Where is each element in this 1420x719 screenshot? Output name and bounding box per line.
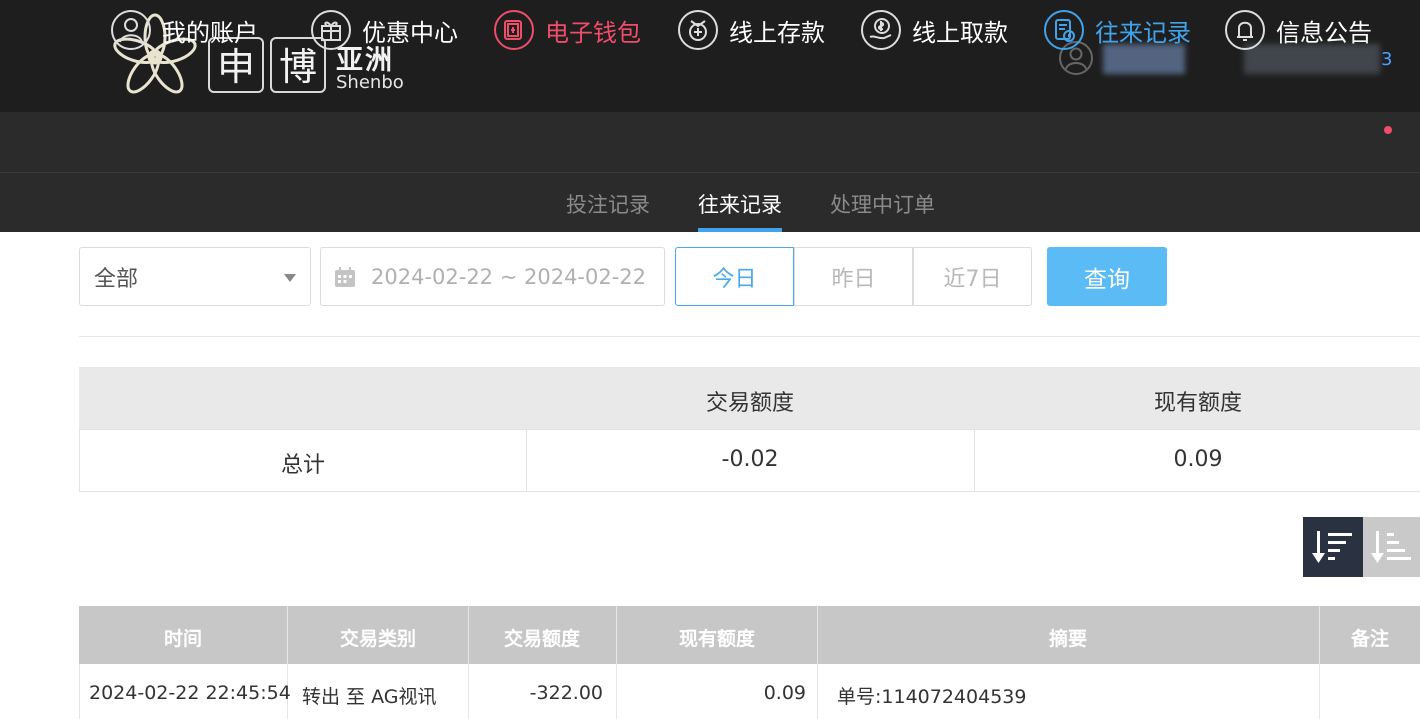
cell-divider [974, 430, 975, 492]
sort-desc-icon [1312, 531, 1352, 563]
nav-online-deposit[interactable]: 线上存款 [677, 8, 825, 52]
nav-online-withdraw[interactable]: 线上取款 [860, 8, 1008, 52]
withdraw-icon [861, 10, 901, 50]
row-summary: 单号:114072404539 [837, 686, 1027, 708]
col-header-time[interactable]: 时间 [164, 624, 202, 651]
date-range-value: 2024-02-22 ~ 2024-02-22 [371, 264, 647, 289]
transaction-type-select[interactable]: 全部 [79, 247, 311, 306]
subtab-transaction-records[interactable]: 往来记录 [698, 189, 782, 219]
nav-promotions[interactable]: 优惠中心 [310, 8, 458, 52]
notification-dot [1384, 126, 1392, 134]
col-header-balance[interactable]: 现有额度 [679, 624, 755, 651]
wallet-icon [494, 10, 534, 50]
nav-label: 线上取款 [912, 18, 1008, 47]
sort-ascending-button[interactable] [1363, 517, 1420, 577]
col-header-type[interactable]: 交易类别 [340, 624, 416, 651]
col-header-remark[interactable]: 备注 [1351, 624, 1389, 651]
sort-descending-button[interactable] [1303, 517, 1363, 577]
sort-asc-icon [1370, 531, 1411, 563]
last-7-days-button[interactable]: 近7日 [913, 247, 1032, 306]
caret-down-icon [284, 274, 296, 282]
bell-icon [1225, 10, 1265, 50]
active-tab-indicator [698, 228, 782, 232]
gift-icon [311, 10, 351, 50]
row-amount: -322.00 [529, 682, 603, 704]
divider [79, 336, 1420, 337]
summary-total-label: 总计 [280, 453, 326, 478]
nav-transaction-records[interactable]: 往来记录 [1043, 8, 1191, 52]
nav-label: 电子钱包 [545, 18, 641, 47]
today-button[interactable]: 今日 [675, 247, 794, 306]
logo-en-text: Shenbo [336, 72, 404, 93]
summary-total-balance: 0.09 [1173, 447, 1223, 472]
nav-label: 优惠中心 [362, 18, 458, 47]
main-nav [0, 112, 1420, 173]
redacted-digit: 3 [1381, 49, 1393, 70]
row-balance: 0.09 [763, 682, 806, 704]
search-button[interactable]: 查询 [1047, 247, 1167, 306]
subtab-pending-orders[interactable]: 处理中订单 [830, 189, 935, 219]
record-icon [1044, 10, 1084, 50]
nav-label: 我的账户 [162, 18, 258, 47]
row-time: 2024-02-22 22:45:54 [89, 682, 291, 704]
calendar-icon [335, 266, 355, 287]
nav-e-wallet[interactable]: 电子钱包 [493, 8, 641, 52]
summary-header-amount: 交易额度 [705, 391, 795, 416]
nav-announcements[interactable]: 信息公告 [1224, 8, 1372, 52]
cell-divider [526, 430, 527, 492]
nav-label: 往来记录 [1095, 18, 1191, 47]
col-header-summary[interactable]: 摘要 [1049, 624, 1087, 651]
row-type: 转出 至 AG视讯 [302, 686, 437, 708]
user-circle-icon [111, 10, 151, 50]
yesterday-button[interactable]: 昨日 [794, 247, 913, 306]
select-value: 全部 [94, 266, 139, 292]
nav-label: 线上存款 [729, 18, 825, 47]
summary-header-balance: 现有额度 [1153, 391, 1243, 416]
col-header-amount[interactable]: 交易额度 [504, 624, 580, 651]
summary-total-amount: -0.02 [721, 447, 779, 472]
sub-nav: 投注记录 往来记录 处理中订单 [0, 173, 1420, 232]
nav-my-account[interactable]: 我的账户 [110, 8, 258, 52]
subtab-bet-records[interactable]: 投注记录 [566, 189, 650, 219]
deposit-icon [678, 10, 718, 50]
date-range-picker[interactable]: 2024-02-22 ~ 2024-02-22 [320, 247, 665, 306]
nav-label: 信息公告 [1276, 18, 1372, 47]
